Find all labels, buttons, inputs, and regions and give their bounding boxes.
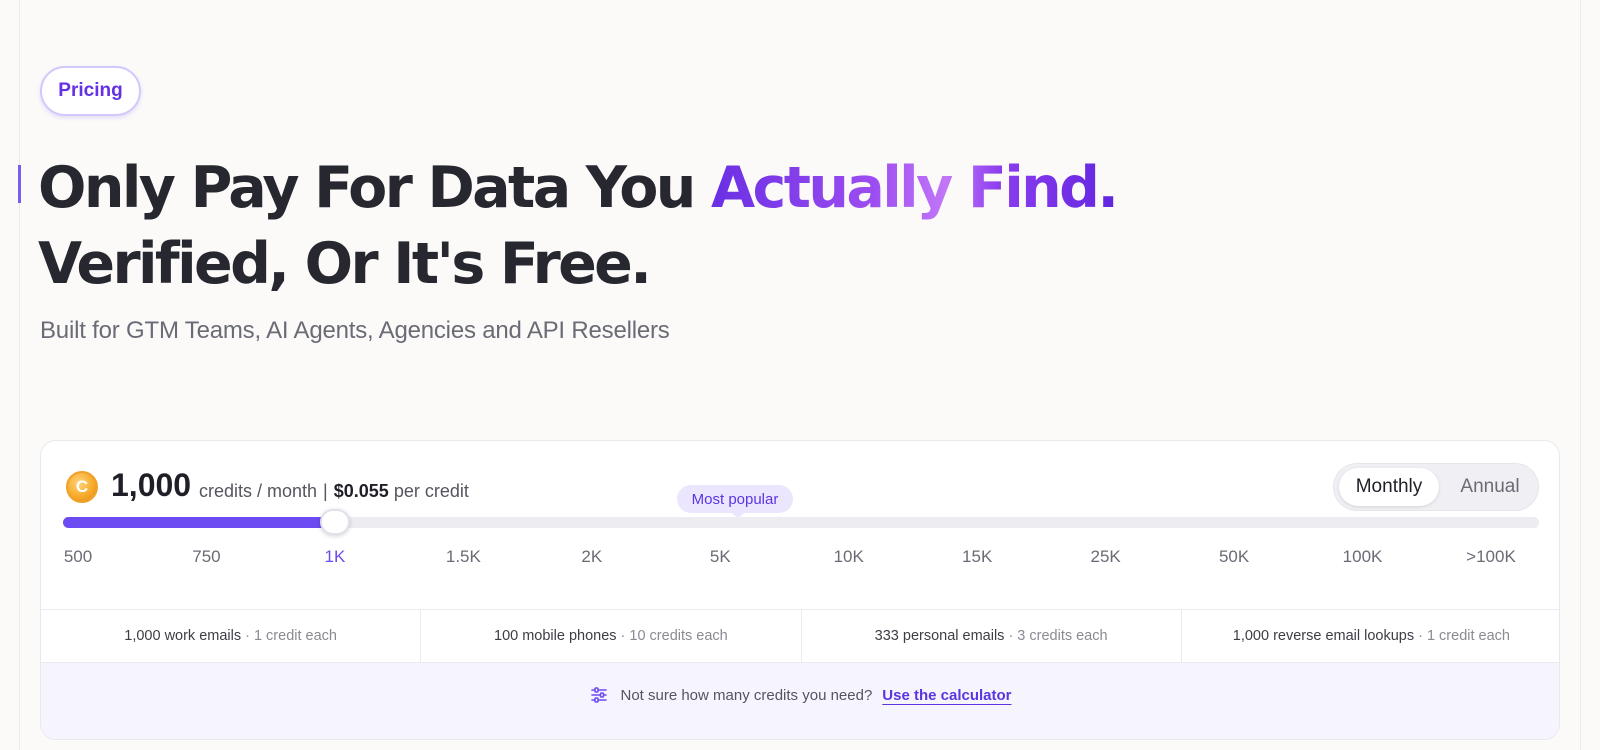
credit-count: 1,000 bbox=[111, 467, 192, 503]
slider-tick-label[interactable]: 500 bbox=[64, 547, 92, 567]
credit-breakdown-item: 1,000 reverse email lookups · 1 credit ea… bbox=[1182, 610, 1559, 662]
slider-tick-label[interactable]: 1.5K bbox=[446, 547, 481, 567]
credits-slider-ticks: 500 750 1K 1.5K 2K 5K 10K 15K 25K 50K 100K >100K bbox=[41, 547, 1559, 571]
pricing-badge: Pricing bbox=[40, 66, 141, 116]
slider-tick-label[interactable]: 50K bbox=[1219, 547, 1249, 567]
billing-toggle[interactable]: Monthly Annual bbox=[1333, 463, 1539, 511]
credit-coin-icon: C bbox=[66, 471, 98, 503]
billing-annual-option[interactable]: Annual bbox=[1444, 468, 1536, 506]
slider-tick-label[interactable]: 1K bbox=[325, 547, 346, 567]
breakdown-note: · 1 credit each bbox=[245, 628, 337, 644]
breakdown-label: 1,000 reverse email lookups bbox=[1232, 628, 1415, 644]
pricing-badge-label: Pricing bbox=[58, 80, 123, 101]
pricing-card: C 1,000 credits / month | $0.055 per credi… bbox=[40, 440, 1560, 740]
page-guide-line-left bbox=[19, 0, 20, 750]
slider-tick-label[interactable]: >100K bbox=[1466, 547, 1516, 567]
coin-symbol: C bbox=[75, 477, 89, 496]
page-headline: Only Pay For Data You Actually Find. Ver… bbox=[38, 150, 1119, 302]
headline-accent: Actually Find. bbox=[711, 155, 1119, 221]
breakdown-note: · 1 credit each bbox=[1418, 628, 1510, 644]
most-popular-badge: Most popular bbox=[677, 485, 793, 513]
billing-monthly-option[interactable]: Monthly bbox=[1339, 468, 1439, 506]
slider-tick-label[interactable]: 25K bbox=[1091, 547, 1121, 567]
credit-breakdown-item: 1,000 work emails · 1 credit each bbox=[41, 610, 422, 662]
sliders-icon bbox=[591, 687, 608, 703]
credits-slider-fill bbox=[63, 517, 335, 528]
breakdown-note: · 3 credits each bbox=[1008, 628, 1108, 644]
headline-part1: Only Pay For Data You bbox=[38, 155, 712, 221]
section-marker bbox=[18, 165, 21, 203]
slider-tick-label[interactable]: 15K bbox=[962, 547, 992, 567]
calculator-prompt-text: Not sure how many credits you need? bbox=[620, 687, 873, 704]
price-unit: per credit bbox=[393, 481, 469, 501]
credits-unit: credits / month bbox=[199, 481, 318, 501]
breakdown-label: 333 personal emails bbox=[874, 628, 1005, 644]
slider-tick-label[interactable]: 10K bbox=[834, 547, 864, 567]
slider-tick-label[interactable]: 750 bbox=[192, 547, 220, 567]
price-per-credit: $0.055 bbox=[333, 481, 389, 501]
credits-slider-track[interactable] bbox=[63, 517, 1539, 528]
slider-tick-label[interactable]: 100K bbox=[1343, 547, 1383, 567]
page-guide-line-right bbox=[1580, 0, 1581, 750]
breakdown-label: 100 mobile phones bbox=[494, 628, 617, 644]
use-calculator-link[interactable]: Use the calculator bbox=[882, 687, 1011, 704]
page-subheadline: Built for GTM Teams, AI Agents, Agencies… bbox=[40, 317, 670, 344]
credit-meta: credits / month | $0.055 per credit bbox=[199, 481, 469, 502]
credit-breakdown-item: 100 mobile phones · 10 credits each bbox=[421, 610, 802, 662]
breakdown-label: 1,000 work emails bbox=[124, 628, 242, 644]
credits-slider-handle[interactable] bbox=[319, 509, 350, 535]
credit-breakdown-item: 333 personal emails · 3 credits each bbox=[802, 610, 1182, 662]
meta-separator: | bbox=[323, 481, 328, 501]
breakdown-note: · 10 credits each bbox=[620, 628, 728, 644]
slider-tick-label[interactable]: 5K bbox=[710, 547, 731, 567]
slider-tick-label[interactable]: 2K bbox=[581, 547, 602, 567]
headline-line2: Verified, Or It's Free. bbox=[38, 231, 652, 297]
credit-breakdown: 1,000 work emails · 1 credit each 100 mobi… bbox=[41, 609, 1559, 663]
calculator-prompt: Not sure how many credits you need? Use … bbox=[41, 663, 1559, 739]
